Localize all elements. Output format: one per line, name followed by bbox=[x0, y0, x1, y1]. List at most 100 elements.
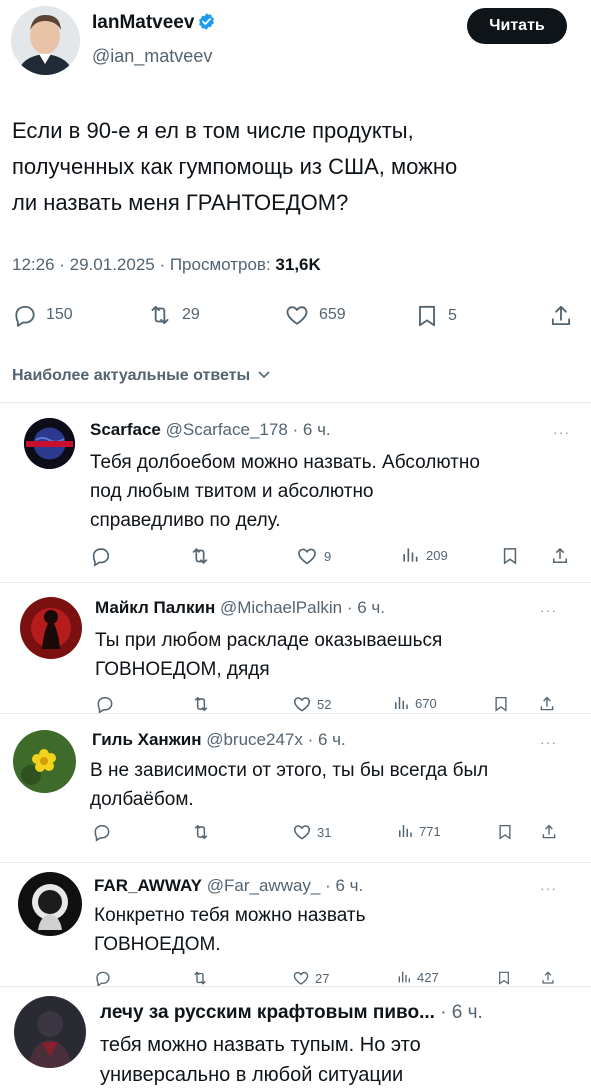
reply-text-line: Тебя долбоебом можно назвать. Абсолютно bbox=[90, 452, 480, 473]
reply-avatar[interactable] bbox=[24, 418, 75, 469]
retweet-icon bbox=[192, 547, 208, 565]
share-icon bbox=[553, 547, 567, 563]
reply-header: Майкл Палкин @MichaelPalkin · 6 ч. bbox=[95, 598, 385, 618]
reply-author-handle[interactable]: @Far_awway_ · 6 ч. bbox=[207, 876, 364, 895]
reply-retweet-button[interactable] bbox=[190, 969, 210, 987]
bookmark-icon bbox=[499, 971, 509, 985]
retweet-icon bbox=[194, 696, 208, 712]
reply-share-button[interactable] bbox=[540, 822, 558, 842]
reply-header: Гиль Ханжин @bruce247x · 6 ч. bbox=[92, 730, 346, 750]
more-options-icon[interactable]: ··· bbox=[540, 734, 557, 750]
reply-text: Тебя долбоебом можно назвать. Абсолютно … bbox=[90, 448, 480, 535]
reply-text-line: под любым твитом и абсолютно bbox=[90, 481, 374, 502]
reply-retweet-button[interactable] bbox=[190, 694, 212, 714]
author-avatar[interactable] bbox=[11, 6, 80, 75]
reply-retweet-button[interactable] bbox=[188, 545, 212, 567]
reply-icon bbox=[96, 971, 110, 987]
bookmark-count: 5 bbox=[448, 307, 457, 324]
reply-bookmark-button[interactable] bbox=[492, 694, 510, 714]
reply-comment-button[interactable] bbox=[94, 969, 112, 987]
reply-icon bbox=[92, 548, 110, 567]
more-options-icon[interactable]: ··· bbox=[540, 880, 557, 896]
reply-comment-button[interactable] bbox=[92, 822, 112, 842]
reply-author-handle[interactable]: · 6 ч. bbox=[440, 1002, 483, 1023]
reply-avatar[interactable] bbox=[18, 872, 82, 936]
reply-text: Ты при любом раскладе оказываешься ГОВНО… bbox=[95, 626, 442, 684]
verified-badge-icon bbox=[199, 13, 215, 30]
reply-avatar[interactable] bbox=[13, 730, 76, 793]
analytics-icon bbox=[403, 548, 418, 562]
reply-bookmark-button[interactable] bbox=[496, 822, 514, 842]
reply-avatar[interactable] bbox=[20, 597, 82, 659]
reply-share-button[interactable] bbox=[540, 969, 556, 987]
reply-bookmark-button[interactable] bbox=[500, 545, 520, 567]
tweet-views: 31,6K bbox=[275, 255, 321, 274]
reply-header: лечу за русским крафтовым пиво... · 6 ч. bbox=[100, 1002, 483, 1024]
author-handle[interactable]: @ian_matveev bbox=[92, 46, 212, 67]
share-icon bbox=[540, 696, 554, 711]
reply-count: 150 bbox=[46, 306, 73, 323]
reply-text: тебя можно назвать тупым. Но это универс… bbox=[100, 1030, 421, 1090]
replies-sort-dropdown[interactable]: Наиболее актуальные ответы bbox=[12, 367, 271, 385]
tweet-text-line: ли назвать меня ГРАНТОЕДОМ? bbox=[12, 190, 349, 215]
share-icon bbox=[542, 824, 556, 839]
tweet-text-line: полученных как гумпомощь из США, можно bbox=[12, 154, 458, 179]
reply-like-count: 52 bbox=[317, 696, 332, 712]
reply-views-count: 427 bbox=[417, 969, 439, 985]
bookmark-button[interactable]: 5 bbox=[414, 302, 457, 330]
reply-views-button[interactable]: 670 bbox=[392, 694, 437, 712]
tweet-timestamp[interactable]: 12:26 · 29.01.2025 · Просмотров: bbox=[12, 255, 275, 274]
share-icon bbox=[542, 971, 554, 984]
reply-views-count: 209 bbox=[426, 547, 448, 563]
reply-comment-button[interactable] bbox=[95, 694, 115, 714]
reply-retweet-button[interactable] bbox=[190, 822, 212, 842]
heart-icon bbox=[298, 548, 316, 565]
heart-icon bbox=[293, 825, 311, 840]
reply-author-name[interactable]: Scarface bbox=[90, 420, 161, 439]
reply-author-handle[interactable]: @MichaelPalkin · 6 ч. bbox=[220, 598, 385, 617]
divider bbox=[0, 713, 591, 714]
like-count: 659 bbox=[319, 306, 346, 323]
retweet-button[interactable]: 29 bbox=[146, 302, 200, 328]
author-name-row[interactable]: IanMatveev bbox=[92, 12, 216, 34]
more-options-icon[interactable]: ··· bbox=[553, 424, 570, 440]
reply-author-name[interactable]: лечу за русским крафтовым пиво... bbox=[100, 1002, 435, 1023]
reply-views-button[interactable]: 427 bbox=[396, 969, 439, 985]
reply-like-button[interactable]: 9 bbox=[296, 545, 331, 567]
bookmark-icon bbox=[499, 824, 511, 840]
retweet-count: 29 bbox=[182, 306, 200, 323]
reply-author-name[interactable]: Гиль Ханжин bbox=[92, 730, 201, 749]
reply-button[interactable]: 150 bbox=[12, 302, 73, 328]
reply-text-line: ГОВНОЕДОМ. bbox=[94, 934, 221, 955]
reply-avatar[interactable] bbox=[14, 996, 86, 1068]
share-icon bbox=[551, 305, 571, 326]
tweet-meta: 12:26 · 29.01.2025 · Просмотров: 31,6K bbox=[12, 255, 321, 275]
reply-text-line: ГОВНОЕДОМ, дядя bbox=[95, 659, 270, 680]
reply-like-count: 31 bbox=[317, 824, 332, 840]
divider bbox=[0, 986, 591, 987]
reply-like-button[interactable]: 27 bbox=[292, 969, 329, 987]
author-name[interactable]: IanMatveev bbox=[92, 12, 194, 33]
reply-text: Конкретно тебя можно назвать ГОВНОЕДОМ. bbox=[94, 901, 366, 959]
follow-button[interactable]: Читать bbox=[467, 8, 567, 44]
reply-share-button[interactable] bbox=[538, 694, 556, 714]
reply-like-button[interactable]: 31 bbox=[292, 822, 331, 842]
reply-like-count: 9 bbox=[324, 548, 332, 564]
share-button[interactable] bbox=[548, 302, 574, 330]
more-options-icon[interactable]: ··· bbox=[540, 602, 557, 618]
reply-views-button[interactable]: 209 bbox=[400, 545, 448, 565]
tweet-text: Если в 90-е я ел в том числе продукты, п… bbox=[12, 113, 572, 221]
reply-text: В не зависимости от этого, ты бы всегда … bbox=[90, 756, 488, 814]
like-button[interactable]: 659 bbox=[283, 302, 346, 328]
divider bbox=[0, 862, 591, 863]
reply-author-handle[interactable]: @Scarface_178 · 6 ч. bbox=[166, 420, 331, 439]
reply-share-button[interactable] bbox=[550, 545, 570, 567]
reply-author-handle[interactable]: @bruce247x · 6 ч. bbox=[206, 730, 346, 749]
reply-author-name[interactable]: FAR_AWWAY bbox=[94, 876, 202, 895]
reply-comment-button[interactable] bbox=[90, 545, 112, 567]
reply-author-name[interactable]: Майкл Палкин bbox=[95, 598, 215, 617]
reply-header: Scarface @Scarface_178 · 6 ч. bbox=[90, 420, 331, 440]
reply-like-button[interactable]: 52 bbox=[292, 694, 331, 714]
reply-bookmark-button[interactable] bbox=[496, 969, 512, 987]
reply-views-button[interactable]: 771 bbox=[396, 822, 441, 840]
